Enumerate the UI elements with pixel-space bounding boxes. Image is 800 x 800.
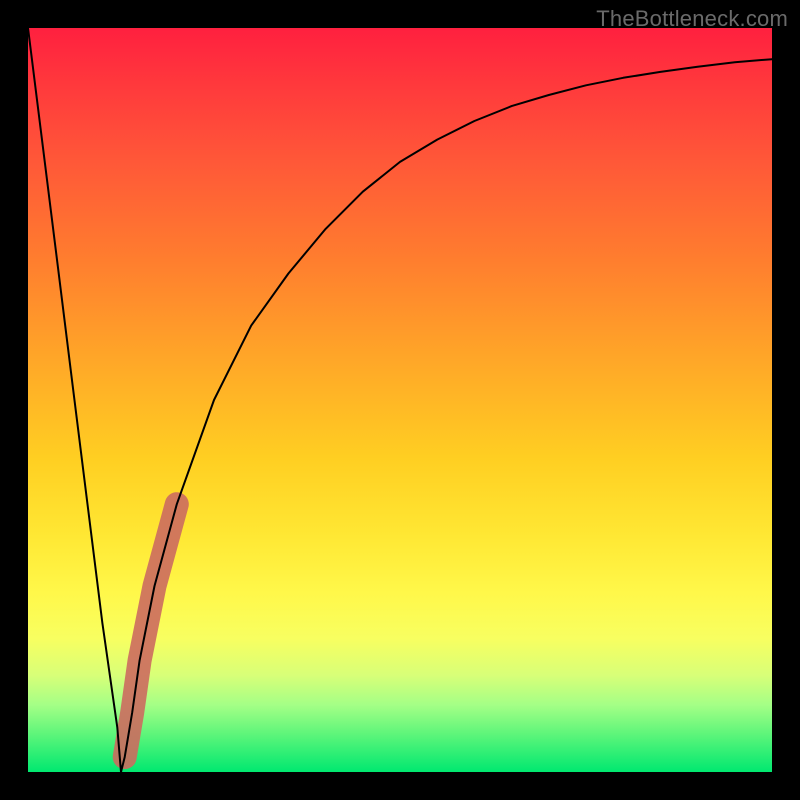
chart-frame xyxy=(28,28,772,772)
chart-highlight-segment xyxy=(125,504,177,757)
chart-main-curve xyxy=(28,28,772,772)
watermark-text: TheBottleneck.com xyxy=(596,6,788,32)
chart-plot-area xyxy=(28,28,772,772)
chart-svg xyxy=(28,28,772,772)
